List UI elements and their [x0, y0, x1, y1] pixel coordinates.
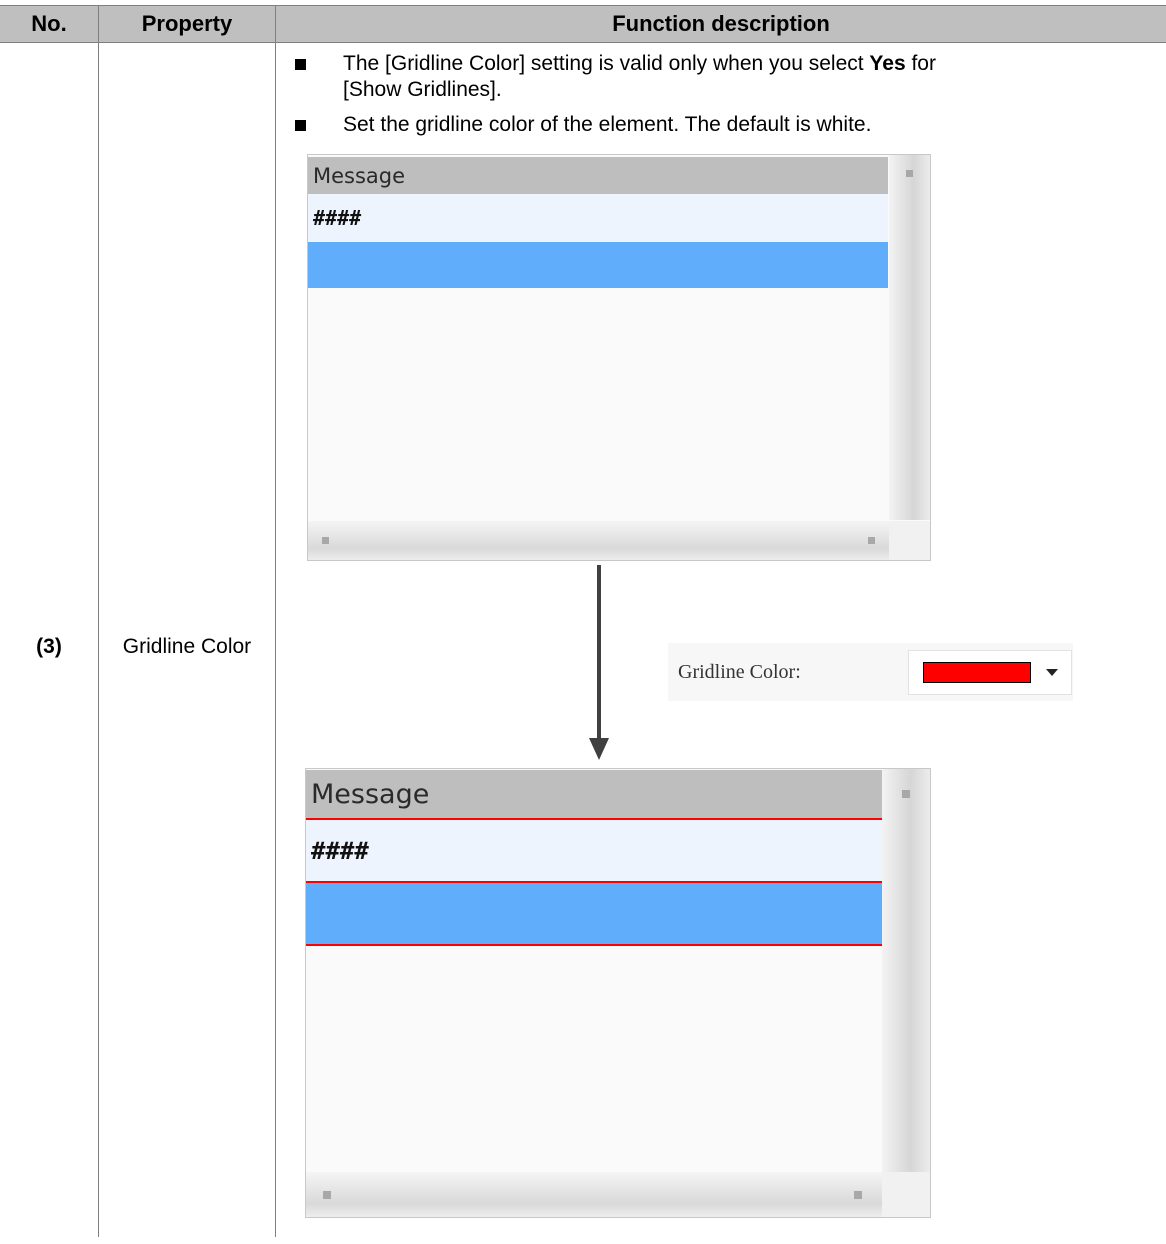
- grid-header-message: Message: [308, 157, 888, 194]
- bullet-text-1: The [Gridline Color] setting is valid on…: [343, 51, 1143, 103]
- row-number: (3): [36, 635, 62, 658]
- horizontal-scrollbar[interactable]: [306, 1172, 882, 1217]
- bullet-text-2: Set the gridline color of the element. T…: [343, 113, 872, 136]
- grid-row-data: ####: [308, 194, 888, 242]
- gridline-color-label: Gridline Color:: [678, 661, 801, 683]
- vertical-scrollbar[interactable]: [889, 155, 930, 520]
- scroll-up-icon[interactable]: [902, 790, 910, 798]
- scroll-right-icon[interactable]: [868, 537, 875, 544]
- gridline-color-dropdown[interactable]: [908, 650, 1072, 695]
- bullet-1-text-end: for: [905, 52, 936, 75]
- column-divider-2: [275, 5, 276, 1237]
- bullet-marker: [295, 120, 306, 131]
- scroll-corner: [882, 1172, 930, 1217]
- horizontal-scrollbar[interactable]: [308, 521, 889, 560]
- grid-row-data: ####: [306, 820, 882, 881]
- bullet-1-line-2: [Show Gridlines].: [343, 78, 502, 101]
- vertical-scrollbar[interactable]: [882, 769, 930, 1172]
- message-grid-after: Message ####: [305, 768, 931, 1218]
- property-name: Gridline Color: [122, 635, 252, 658]
- grid-row-selected[interactable]: [308, 242, 888, 288]
- column-divider-1: [98, 5, 99, 1237]
- grid-row-selected[interactable]: [306, 883, 882, 944]
- scroll-corner: [889, 521, 930, 560]
- header-property: Property: [141, 11, 233, 36]
- chevron-down-icon[interactable]: [1046, 669, 1058, 676]
- scroll-up-icon[interactable]: [906, 170, 913, 177]
- gridline: [306, 944, 882, 946]
- bullet-1-bold-yes: Yes: [869, 52, 906, 75]
- header-no: No.: [31, 11, 67, 36]
- color-swatch: [923, 662, 1031, 683]
- grid-header-message: Message: [306, 770, 882, 818]
- down-arrow-shaft: [597, 565, 601, 740]
- header-function-description: Function description: [612, 11, 830, 36]
- scroll-left-icon[interactable]: [323, 1191, 331, 1199]
- scroll-right-icon[interactable]: [854, 1191, 862, 1199]
- gridline-color-setting: Gridline Color:: [668, 643, 1073, 701]
- bullet-marker: [295, 59, 306, 70]
- message-grid-before: Message ####: [307, 154, 931, 561]
- scroll-left-icon[interactable]: [322, 537, 329, 544]
- down-arrow-icon: [589, 738, 609, 760]
- bullet-1-text-start: The [Gridline Color] setting is valid on…: [343, 52, 870, 75]
- table-header: No. Property Function description: [0, 5, 1166, 43]
